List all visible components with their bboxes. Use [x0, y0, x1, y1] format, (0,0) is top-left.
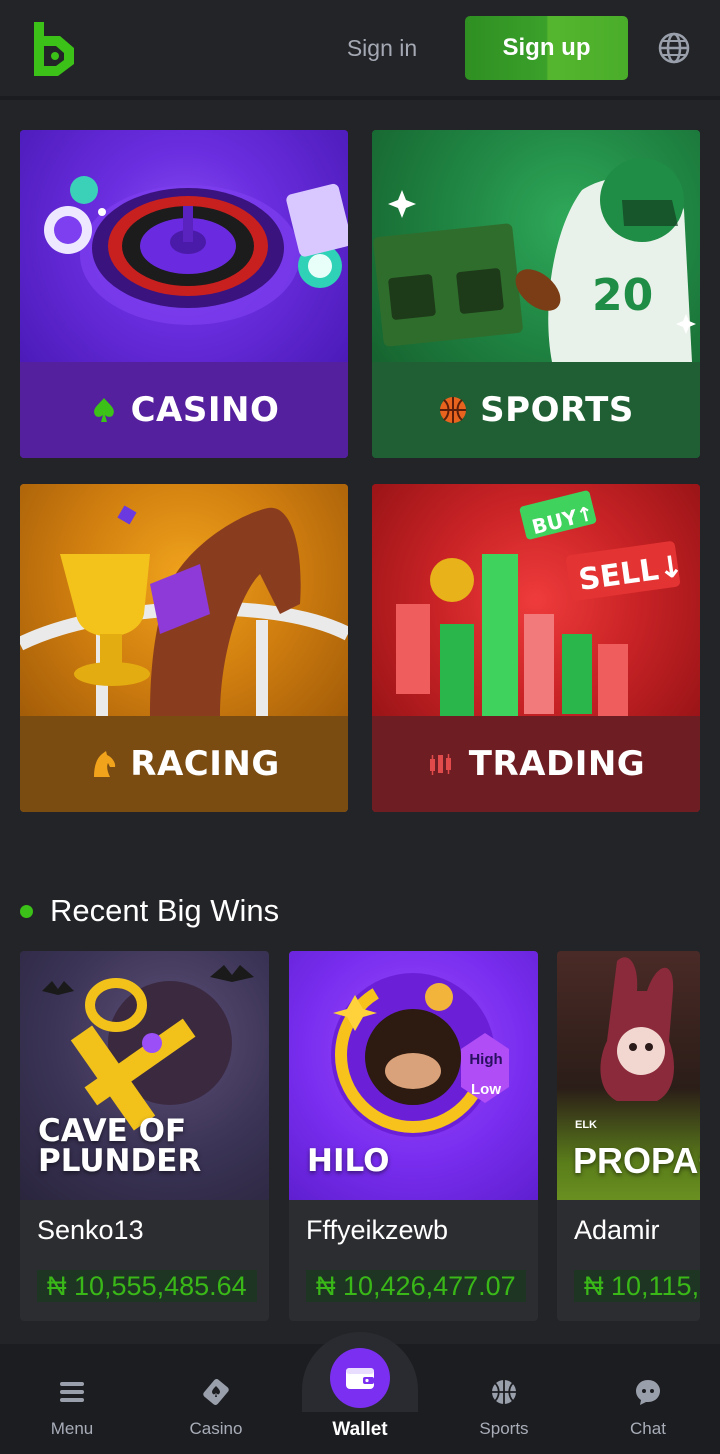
- win-card[interactable]: High Low HILO Fffyeikzewb ₦ 10,426,477.0…: [289, 951, 538, 1321]
- winner-username: Fffyeikzewb: [306, 1215, 449, 1245]
- nav-label: Casino: [189, 1419, 243, 1438]
- trading-illustration: BUY↑ SELL↓: [372, 484, 700, 716]
- sign-in-button[interactable]: Sign in: [320, 28, 444, 68]
- nav-label: Chat: [630, 1419, 666, 1438]
- nav-menu[interactable]: Menu: [0, 1344, 144, 1454]
- category-casino-band: CASINO: [20, 362, 348, 458]
- horse-icon: [94, 751, 116, 777]
- game-thumbnail: ELK PROPAGA: [557, 951, 700, 1200]
- winner-username: Adamir: [574, 1215, 660, 1245]
- category-sports-band: SPORTS: [372, 362, 700, 458]
- category-label: SPORTS: [480, 390, 634, 430]
- category-label: RACING: [130, 744, 280, 784]
- nav-label: Sports: [479, 1419, 529, 1438]
- win-amount: ₦ 10,115,6: [574, 1270, 700, 1302]
- football-illustration: 20: [372, 130, 700, 362]
- basketball-icon: [492, 1380, 516, 1404]
- nav-label: Wallet: [332, 1419, 388, 1440]
- category-trading-band: TRADING: [372, 716, 700, 812]
- win-card[interactable]: ELK PROPAGA Adamir ₦ 10,115,6: [557, 951, 700, 1321]
- svg-text:20: 20: [592, 270, 653, 321]
- horse-racing-illustration: [20, 484, 348, 716]
- category-racing[interactable]: RACING: [20, 484, 348, 812]
- high-badge: High: [469, 1051, 503, 1068]
- chat-icon: [636, 1380, 660, 1405]
- spade-icon: [93, 398, 114, 422]
- roulette-illustration: [20, 130, 348, 362]
- win-card[interactable]: CAVE OF PLUNDER Senko13 ₦ 10,555,485.64: [20, 951, 269, 1321]
- win-amount: ₦ 10,555,485.64: [37, 1270, 257, 1302]
- game-title: HILO: [307, 1143, 390, 1179]
- game-title: CAVE OF PLUNDER: [38, 1113, 202, 1179]
- menu-icon: [60, 1382, 84, 1402]
- nav-wallet[interactable]: Wallet: [288, 1344, 432, 1454]
- win-amount: ₦ 10,426,477.07: [306, 1270, 526, 1302]
- game-thumbnail: CAVE OF PLUNDER: [20, 951, 269, 1200]
- category-trading[interactable]: BUY↑ SELL↓ TRADING: [372, 484, 700, 812]
- live-indicator-dot: [20, 905, 33, 918]
- globe-icon[interactable]: [657, 31, 691, 65]
- category-casino[interactable]: CASINO: [20, 130, 348, 458]
- winner-username: Senko13: [37, 1215, 144, 1245]
- top-header: Sign in Sign up: [0, 0, 720, 100]
- category-racing-band: RACING: [20, 716, 348, 812]
- nav-chat[interactable]: Chat: [576, 1344, 720, 1454]
- game-thumbnail: High Low HILO: [289, 951, 538, 1200]
- category-sports[interactable]: 20 SPORTS: [372, 130, 700, 458]
- section-title: Recent Big Wins: [50, 893, 280, 928]
- brand-logo[interactable]: [30, 20, 78, 78]
- nav-sports[interactable]: Sports: [432, 1344, 576, 1454]
- studio-logo: ELK: [575, 1119, 597, 1131]
- nav-label: Menu: [50, 1419, 94, 1438]
- low-badge: Low: [471, 1081, 501, 1098]
- candlestick-icon: [429, 754, 451, 775]
- casino-icon: [203, 1379, 229, 1405]
- game-title: PROPAGA: [573, 1140, 700, 1181]
- sign-up-button[interactable]: Sign up: [465, 16, 628, 80]
- nav-casino[interactable]: Casino: [144, 1344, 288, 1454]
- category-label: CASINO: [130, 390, 280, 430]
- basketball-icon: [440, 397, 467, 423]
- category-label: TRADING: [468, 744, 646, 784]
